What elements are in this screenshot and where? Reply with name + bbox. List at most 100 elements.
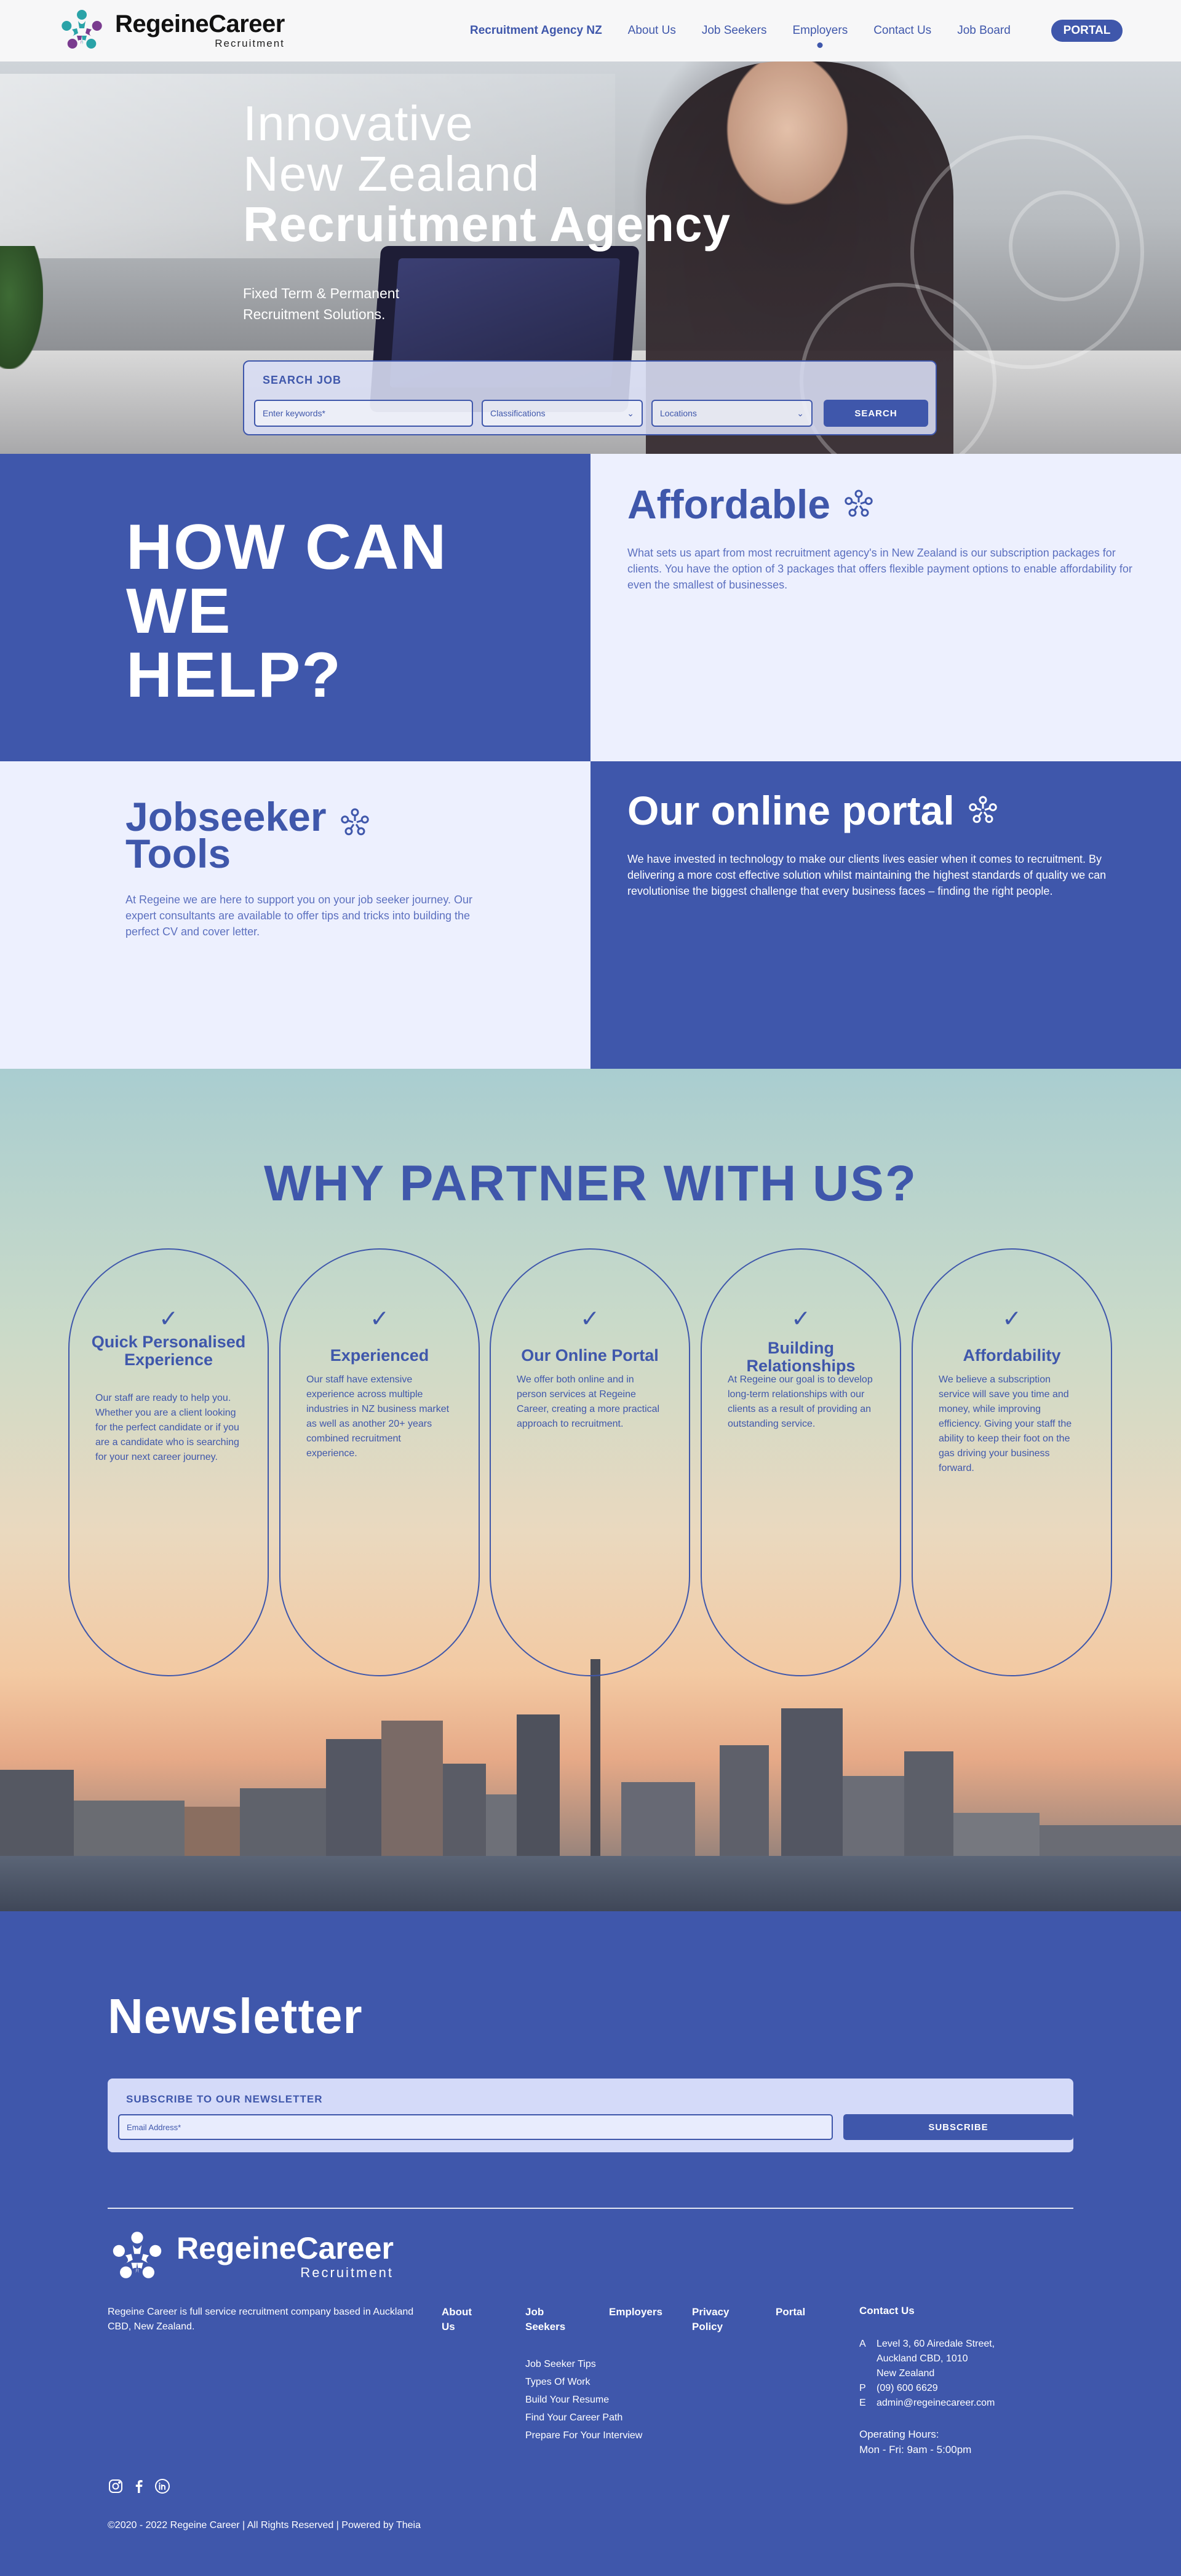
newsletter-email-input[interactable]: Email Address*	[118, 2114, 833, 2140]
nav-job-board[interactable]: Job Board	[957, 24, 1011, 38]
logo-text: RegeineCareer Recruitment	[115, 12, 285, 50]
footer-link-portal[interactable]: Portal	[776, 2305, 805, 2320]
nav-about-us[interactable]: About Us	[628, 24, 676, 38]
check-icon: ✓	[159, 1306, 178, 1332]
footer-link-job-seeker-tips[interactable]: Job Seeker Tips	[525, 2355, 642, 2373]
jobseeker-cell: Jobseeker Tools At Regeine we are here t…	[0, 761, 590, 1069]
locations-select[interactable]: Locations ⌄	[651, 400, 813, 427]
help-title-line2: WE	[126, 576, 232, 647]
why-card-title: Experienced	[330, 1346, 429, 1365]
facebook-icon[interactable]	[131, 2478, 154, 2497]
footer-link-privacy-policy[interactable]: Privacy Policy	[692, 2305, 735, 2334]
phone-key: P	[859, 2383, 866, 2393]
locations-placeholder: Locations	[660, 408, 697, 418]
help-title: HOW CAN WE HELP?	[126, 515, 447, 707]
why-card-online-portal: ✓ Our Online Portal We offer both online…	[490, 1248, 690, 1676]
portal-title: Our online portal	[627, 790, 1000, 831]
newsletter-title: Newsletter	[108, 1989, 363, 2043]
linkedin-icon[interactable]	[154, 2478, 178, 2497]
logo-mark-icon	[62, 10, 102, 49]
header-logo[interactable]: RegeineCareer Recruitment	[57, 6, 285, 55]
search-job-label: SEARCH JOB	[263, 374, 342, 386]
newsletter-label: SUBSCRIBE TO OUR NEWSLETTER	[126, 2093, 323, 2105]
hero-background-plant	[0, 246, 43, 369]
classifications-select[interactable]: Classifications ⌄	[482, 400, 643, 427]
why-card-text: Our staff are ready to help you. Whether…	[95, 1393, 239, 1462]
address-value: Level 3, 60 Airedale Street, Auckland CB…	[877, 2337, 995, 2381]
why-partner-title: WHY PARTNER WITH US?	[264, 1155, 917, 1211]
nav-employers[interactable]: Employers	[792, 24, 848, 48]
why-card-relationships: ✓ Building Relationships At Regeine our …	[701, 1248, 901, 1676]
address-line1: Level 3, 60 Airedale Street,	[877, 2339, 995, 2349]
why-card-quick: ✓ Quick Personalised Experience Our staf…	[68, 1248, 269, 1676]
address-line3: New Zealand	[877, 2368, 935, 2379]
footer-link-employers[interactable]: Employers	[609, 2305, 662, 2320]
help-section: HOW CAN WE HELP? Affordable What sets us…	[0, 454, 1181, 1069]
hours-label: Operating Hours:	[859, 2428, 939, 2440]
why-card-title: Building Relationships	[746, 1339, 856, 1375]
instagram-icon[interactable]	[108, 2478, 131, 2497]
why-card-text: We believe a subscription service will s…	[939, 1374, 1072, 1473]
affordable-text: What sets us apart from most recruitment…	[627, 547, 1132, 591]
logo-subtitle: Recruitment	[215, 38, 285, 49]
footer-logo[interactable]: RegeineCareer Recruitment	[108, 2227, 394, 2286]
nav-employers-label: Employers	[792, 24, 848, 37]
footer-logo-subtitle: Recruitment	[300, 2265, 394, 2280]
footer-link-build-your-resume[interactable]: Build Your Resume	[525, 2391, 642, 2409]
search-button[interactable]: SEARCH	[824, 400, 928, 427]
phone-link[interactable]: (09) 600 6629	[877, 2381, 938, 2396]
copyright-text: ©2020 - 2022 Regeine Career | All Rights…	[108, 2520, 421, 2530]
logo-name: RegeineCareer	[115, 10, 285, 38]
subscribe-button[interactable]: SUBSCRIBE	[843, 2114, 1073, 2140]
jobseeker-title-text: Jobseeker Tools	[125, 796, 327, 874]
footer-link-find-career-path[interactable]: Find Your Career Path	[525, 2409, 642, 2427]
contact-phone-row: P (09) 600 6629	[859, 2381, 995, 2396]
skyline-building	[781, 1708, 843, 1880]
nav-active-dot	[817, 42, 823, 48]
help-title-cell: HOW CAN WE HELP?	[0, 454, 590, 761]
hero-subtitle-line2: Recruitment Solutions.	[243, 306, 386, 322]
chevron-down-icon: ⌄	[797, 408, 804, 418]
brand-flower-icon	[340, 808, 369, 836]
portal-button[interactable]: PORTAL	[1051, 20, 1123, 42]
classifications-placeholder: Classifications	[490, 408, 546, 418]
hero-watermark-ring	[1009, 191, 1119, 301]
operating-hours: Operating Hours: Mon - Fri: 9am - 5:00pm	[859, 2427, 971, 2457]
affordable-title-text: Affordable	[627, 482, 830, 527]
city-skyline-background	[0, 1647, 1181, 1911]
why-card-text: Our staff have extensive experience acro…	[306, 1374, 450, 1459]
footer-link-job-seekers[interactable]: Job Seekers	[525, 2305, 568, 2334]
email-link[interactable]: admin@regeinecareer.com	[877, 2396, 995, 2411]
hero-title-line2: New Zealand	[243, 146, 540, 201]
affordable-cell: Affordable What sets us apart from most …	[590, 454, 1181, 761]
contact-address-row: A Level 3, 60 Airedale Street, Auckland …	[859, 2337, 995, 2381]
why-card-title: Our Online Portal	[521, 1346, 659, 1365]
hero-title: Innovative New Zealand Recruitment Agenc…	[243, 98, 731, 250]
check-icon: ✓	[370, 1306, 389, 1332]
brand-flower-icon	[845, 489, 873, 517]
main-nav: Recruitment Agency NZ About Us Job Seeke…	[470, 0, 1036, 61]
footer-logo-name: RegeineCareer	[177, 2231, 394, 2265]
nav-job-seekers[interactable]: Job Seekers	[702, 24, 767, 38]
nav-contact-us[interactable]: Contact Us	[873, 24, 931, 38]
help-title-line3: HELP?	[126, 640, 342, 711]
contact-email-row: E admin@regeinecareer.com	[859, 2396, 995, 2411]
nav-recruitment-agency-nz[interactable]: Recruitment Agency NZ	[470, 24, 602, 38]
portal-cell: Our online portal We have invested in te…	[590, 761, 1181, 1069]
keywords-placeholder: Enter keywords*	[263, 408, 325, 418]
keywords-input[interactable]: Enter keywords*	[254, 400, 473, 427]
footer-link-prepare-interview[interactable]: Prepare For Your Interview	[525, 2427, 642, 2444]
footer-about-text: Regeine Career is full service recruitme…	[108, 2307, 414, 2332]
contact-heading: Contact Us	[859, 2305, 915, 2316]
contact-details: A Level 3, 60 Airedale Street, Auckland …	[859, 2337, 995, 2411]
why-card-text: At Regeine our goal is to develop long-t…	[728, 1374, 873, 1429]
why-card-experienced: ✓ Experienced Our staff have extensive e…	[279, 1248, 480, 1676]
email-placeholder: Email Address*	[127, 2122, 181, 2132]
footer-logo-text: RegeineCareer Recruitment	[177, 2233, 394, 2281]
check-icon: ✓	[580, 1306, 600, 1332]
footer-link-about-us[interactable]: About Us	[442, 2305, 479, 2334]
footer-logo-mark-icon	[113, 2232, 162, 2278]
hero-subtitle: Fixed Term & Permanent Recruitment Solut…	[243, 283, 440, 325]
footer-link-types-of-work[interactable]: Types Of Work	[525, 2373, 642, 2391]
hero-subtitle-line1: Fixed Term & Permanent	[243, 285, 399, 301]
